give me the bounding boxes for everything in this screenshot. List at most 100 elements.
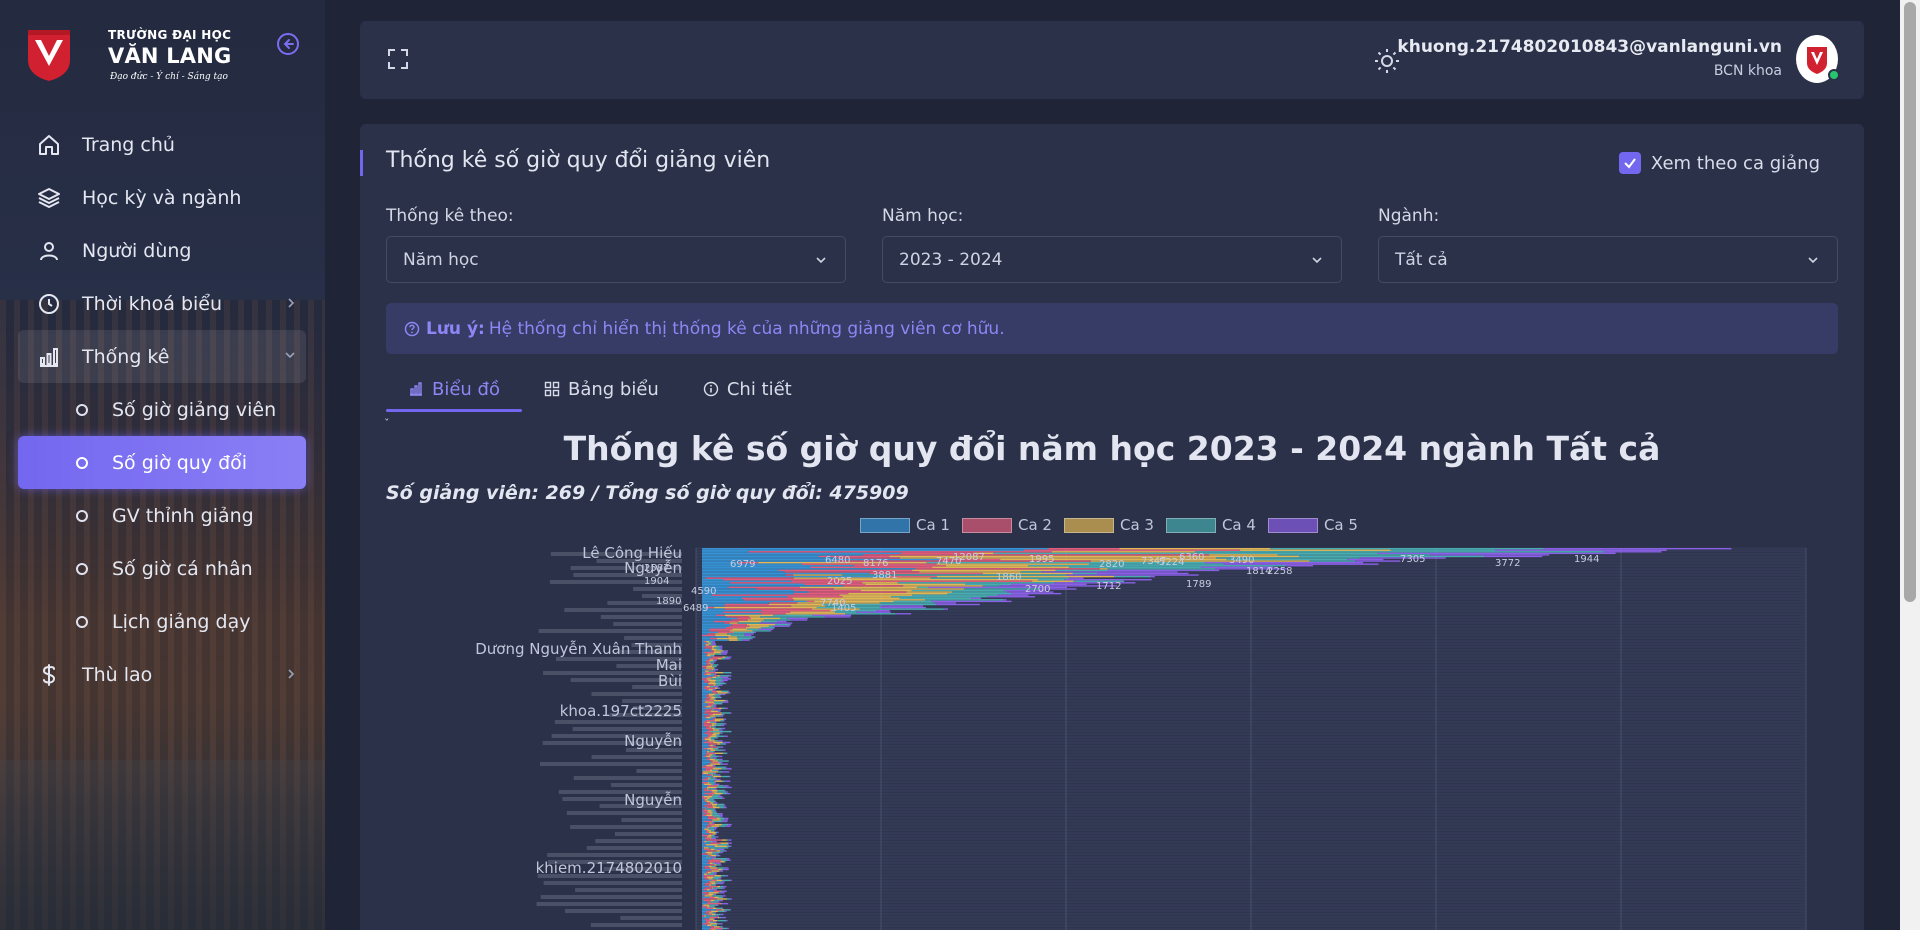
bar-segment xyxy=(709,881,716,883)
collapse-sidebar-button[interactable] xyxy=(277,33,299,55)
legend-item-ca1[interactable]: Ca 1 xyxy=(860,516,950,534)
bar-segment xyxy=(703,915,706,917)
bar-segment xyxy=(716,735,725,737)
bar-segment xyxy=(725,861,726,863)
bar-segment xyxy=(702,796,704,798)
bar-segment xyxy=(737,617,751,620)
major-select[interactable]: Tất cả xyxy=(1378,236,1838,283)
bar-segment xyxy=(709,864,715,866)
bar-segment xyxy=(713,699,726,702)
bar-segment xyxy=(713,822,715,824)
bar-segment xyxy=(722,792,727,795)
bar-segment xyxy=(712,642,716,644)
legend-item-ca4[interactable]: Ca 4 xyxy=(1165,516,1256,534)
bar-segment xyxy=(702,898,718,900)
bar-segment xyxy=(703,741,714,744)
bar-segment xyxy=(711,707,719,710)
bar-segment xyxy=(711,809,715,812)
bar-segment xyxy=(705,661,710,663)
bar-segment xyxy=(710,678,723,680)
bar-segment xyxy=(702,918,705,920)
bar-segment xyxy=(710,673,714,675)
bar-segment xyxy=(704,679,709,682)
avatar[interactable] xyxy=(1796,35,1840,83)
bar-segment xyxy=(705,695,709,697)
bar-segment xyxy=(859,608,944,610)
bar-segment xyxy=(737,622,760,624)
sidebar-item-statistics[interactable]: Thống kê xyxy=(18,330,306,383)
bar-value-label: 1860 xyxy=(996,572,1021,583)
stat-by-select[interactable]: Năm học xyxy=(386,236,846,283)
legend-swatch xyxy=(1267,517,1318,533)
bar-segment xyxy=(754,631,757,634)
bar-segment xyxy=(702,805,704,807)
bar-segment xyxy=(1066,574,1199,576)
bar-segment xyxy=(709,827,714,829)
bar-segment xyxy=(704,681,710,683)
brand-logo[interactable]: TRƯỜNG ĐẠI HỌC VĂN LANG Đạo đức - Ý chí … xyxy=(26,24,236,88)
bar-segment xyxy=(721,724,725,727)
sidebar-item-users[interactable]: Người dùng xyxy=(18,224,306,277)
tab-details[interactable]: Chi tiết xyxy=(681,366,814,412)
sidebar-subitem-converted-hours[interactable]: Số giờ quy đổi xyxy=(18,436,306,489)
bar-segment xyxy=(702,839,707,841)
legend-item-ca3[interactable]: Ca 3 xyxy=(1063,516,1154,534)
home-icon xyxy=(36,132,62,158)
bar-segment xyxy=(724,603,769,606)
bar-segment xyxy=(707,747,714,750)
school-year-select[interactable]: 2023 - 2024 xyxy=(882,236,1342,283)
sidebar-subitem-visiting-lecturers[interactable]: GV thỉnh giảng xyxy=(18,489,306,542)
sidebar-item-remuneration[interactable]: Thù lao xyxy=(18,648,306,701)
bar-segment xyxy=(702,831,707,834)
checkbox-checked-icon[interactable] xyxy=(1618,152,1641,174)
bar-segment xyxy=(722,797,725,799)
tab-chart[interactable]: Biểu đồ xyxy=(386,366,522,412)
bar-segment xyxy=(715,634,731,637)
bar-segment xyxy=(702,599,744,601)
bar-segment xyxy=(703,641,707,643)
sidebar-subitem-personal-hours[interactable]: Số giờ cá nhân xyxy=(18,542,306,595)
bar-segment xyxy=(708,828,715,830)
bar-segment xyxy=(714,661,716,663)
bar-segment xyxy=(709,797,723,799)
bar-segment xyxy=(703,889,708,891)
page-scrollbar[interactable] xyxy=(1900,0,1920,930)
bar-segment xyxy=(702,778,703,781)
bar-segment xyxy=(722,656,726,658)
scrollbar-thumb[interactable] xyxy=(1904,2,1916,602)
legend-item-ca5[interactable]: Ca 5 xyxy=(1267,516,1358,534)
bar-segment xyxy=(711,837,712,840)
sidebar-item-semesters[interactable]: Học kỳ và ngành xyxy=(18,171,306,224)
bar-segment xyxy=(703,706,707,708)
bar-segment xyxy=(703,712,721,714)
bar-segment xyxy=(709,884,712,886)
tab-table[interactable]: Bảng biểu xyxy=(522,366,681,412)
bar-segment xyxy=(704,765,707,767)
bar-segment xyxy=(702,681,705,683)
bar-segment xyxy=(716,648,721,651)
sidebar-item-timetable[interactable]: Thời khoá biểu xyxy=(18,277,306,330)
bar-segment xyxy=(702,679,705,682)
filter-label: Thống kê theo: xyxy=(386,206,514,226)
circle-icon xyxy=(76,456,88,469)
bar-segment xyxy=(712,895,722,897)
sidebar-subitem-teaching-schedule[interactable]: Lịch giảng dạy xyxy=(18,595,306,648)
bar-segment xyxy=(707,757,711,759)
bar-segment xyxy=(702,560,837,562)
legend-item-ca2[interactable]: Ca 2 xyxy=(961,516,1052,534)
help-circle-icon xyxy=(404,321,420,336)
sidebar-subitem-lecturer-hours[interactable]: Số giờ giảng viên xyxy=(18,383,306,436)
legend-label: Ca 4 xyxy=(1221,516,1256,534)
bar-segment xyxy=(711,794,713,796)
bar-segment xyxy=(915,568,1100,570)
theme-toggle-sun-icon[interactable] xyxy=(1374,48,1400,74)
bar-segment xyxy=(703,809,708,812)
bar-segment xyxy=(714,720,721,722)
bar-segment xyxy=(702,915,704,917)
view-by-shift-toggle[interactable]: Xem theo ca giảng xyxy=(1618,152,1820,174)
bar-segment xyxy=(704,873,708,875)
bar-segment xyxy=(703,772,709,775)
bar-segment xyxy=(703,687,715,689)
sidebar-item-home[interactable]: Trang chủ xyxy=(18,118,306,171)
fullscreen-icon[interactable] xyxy=(386,47,410,71)
